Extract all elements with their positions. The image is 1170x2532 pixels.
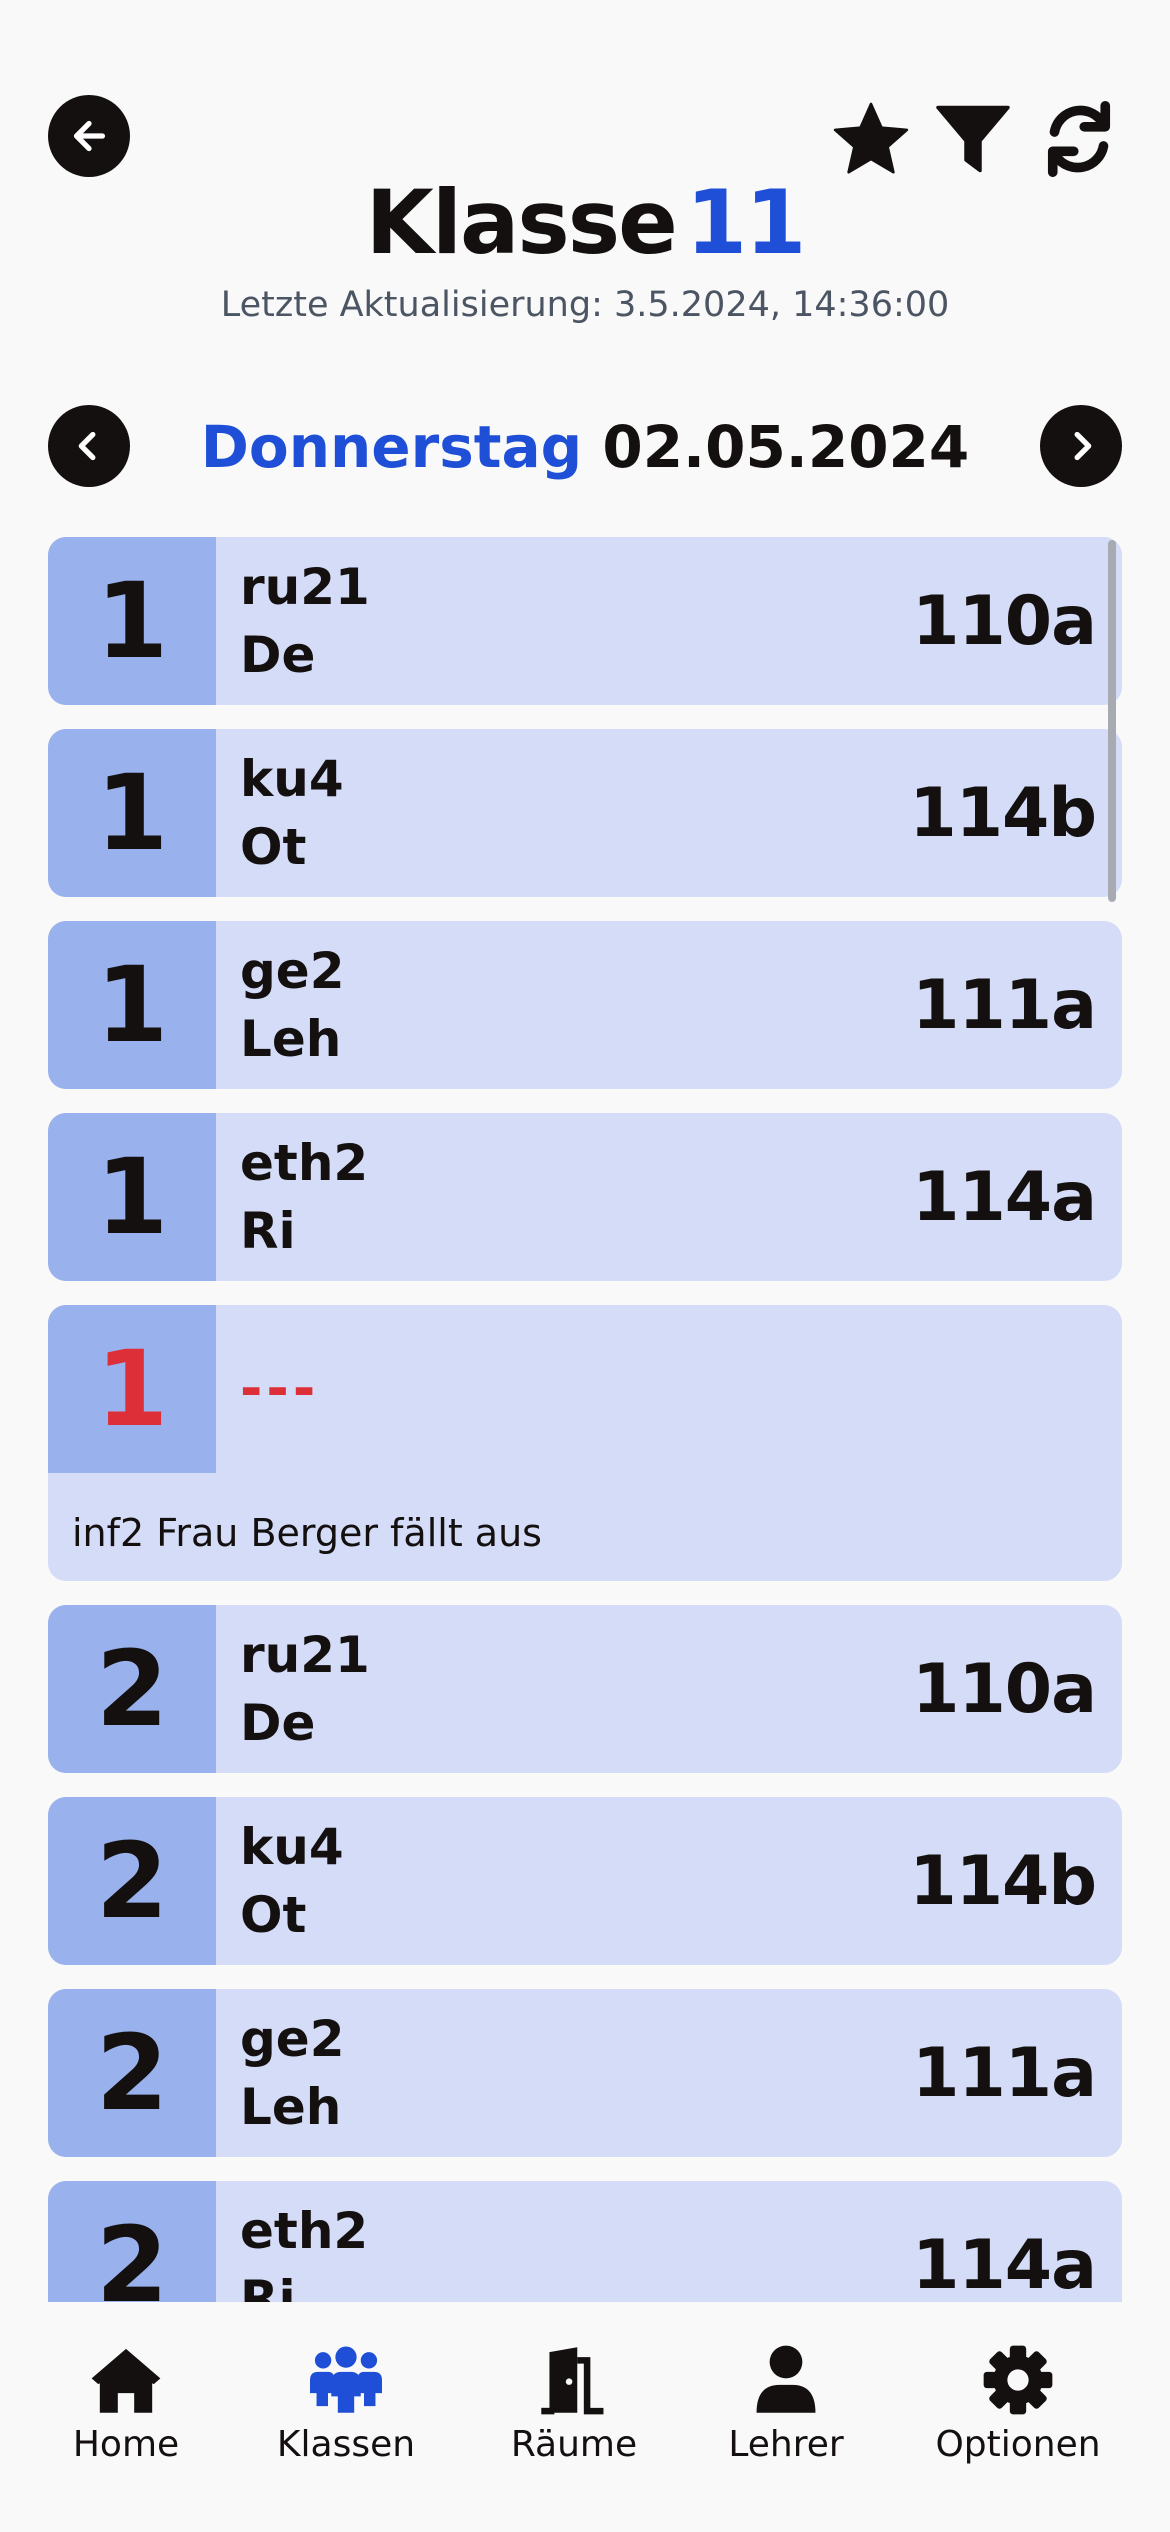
date-heading: Donnerstag 02.05.2024 bbox=[0, 405, 1170, 489]
door-icon bbox=[541, 2347, 604, 2415]
room-label: 114b bbox=[909, 773, 1097, 853]
teacher-label: Leh bbox=[240, 1010, 342, 1068]
period-number: 2 bbox=[48, 1605, 216, 1773]
teacher-label: Leh bbox=[240, 2078, 342, 2136]
room-label: 111a bbox=[912, 965, 1097, 1045]
nav-lehrer-label: Lehrer bbox=[728, 2424, 844, 2465]
nav-klassen-label: Klassen bbox=[276, 2424, 416, 2465]
teacher-label: Ot bbox=[240, 818, 307, 876]
subject-label: ru21 bbox=[240, 558, 370, 616]
teacher-label: De bbox=[240, 1694, 316, 1752]
room-label: 111a bbox=[912, 2033, 1097, 2113]
period-number: 2 bbox=[48, 1797, 216, 1965]
lesson-card[interactable]: 2 ru21 De 110a bbox=[48, 1605, 1122, 1773]
teacher-label: Ri bbox=[240, 1202, 296, 1260]
subject-label: ge2 bbox=[240, 2010, 345, 2068]
lesson-list[interactable]: 1 ru21 De 110a 1 ku4 Ot 114b 1 ge2 Leh 1… bbox=[48, 537, 1122, 2302]
subject-label: ku4 bbox=[240, 1818, 344, 1876]
period-number: 1 bbox=[48, 1113, 216, 1281]
nav-lehrer[interactable]: Lehrer bbox=[676, 2344, 896, 2474]
nav-home-label: Home bbox=[72, 2424, 180, 2465]
lesson-card[interactable]: 2 eth2 Ri 114a bbox=[48, 2181, 1122, 2302]
period-number: 2 bbox=[48, 1989, 216, 2157]
nav-raeume-label: Räume bbox=[510, 2424, 638, 2465]
subject-label: eth2 bbox=[240, 2202, 369, 2260]
person-icon bbox=[756, 2345, 816, 2413]
nav-home[interactable]: Home bbox=[16, 2344, 236, 2474]
lesson-card[interactable]: 1 ku4 Ot 114b bbox=[48, 729, 1122, 897]
next-day-button[interactable] bbox=[1040, 405, 1122, 487]
nav-optionen[interactable]: Optionen bbox=[908, 2344, 1128, 2474]
period-number: 1 bbox=[48, 537, 216, 705]
list-scrollbar[interactable] bbox=[1108, 540, 1116, 902]
filter-icon bbox=[936, 105, 1010, 173]
bottom-navigation: Home Klassen Räume Lehrer Optionen bbox=[0, 2302, 1170, 2532]
class-number: 11 bbox=[685, 171, 806, 274]
room-label: 114b bbox=[909, 1841, 1097, 1921]
page-title: Klasse 11 bbox=[0, 170, 1170, 276]
nav-optionen-label: Optionen bbox=[935, 2424, 1101, 2465]
cancellation-note: inf2 Frau Berger fällt aus bbox=[72, 1511, 542, 1555]
period-number: 1 bbox=[48, 729, 216, 897]
cancelled-placeholder: --- bbox=[240, 1357, 320, 1420]
date-label: 02.05.2024 bbox=[602, 413, 970, 481]
subject-label: eth2 bbox=[240, 1134, 369, 1192]
period-number: 1 bbox=[48, 921, 216, 1089]
subject-label: ku4 bbox=[240, 750, 344, 808]
teacher-label: Ri bbox=[240, 2270, 296, 2302]
room-label: 114a bbox=[912, 2225, 1097, 2303]
last-update-text: Letzte Aktualisierung: 3.5.2024, 14:36:0… bbox=[220, 285, 950, 325]
arrow-left-icon bbox=[73, 120, 106, 152]
star-icon bbox=[833, 102, 909, 174]
chevron-right-icon bbox=[1074, 431, 1092, 461]
gear-icon bbox=[983, 2345, 1053, 2415]
period-number: 2 bbox=[48, 2181, 216, 2302]
lesson-card[interactable]: 1 ge2 Leh 111a bbox=[48, 921, 1122, 1089]
room-label: 110a bbox=[912, 1649, 1097, 1729]
people-group-icon bbox=[310, 2346, 382, 2413]
room-label: 114a bbox=[912, 1157, 1097, 1237]
lesson-card[interactable]: 2 ku4 Ot 114b bbox=[48, 1797, 1122, 1965]
cancelled-lesson-card[interactable]: 1 --- inf2 Frau Berger fällt aus bbox=[48, 1305, 1122, 1581]
weekday-label: Donnerstag bbox=[200, 413, 583, 481]
lesson-card[interactable]: 1 ru21 De 110a bbox=[48, 537, 1122, 705]
subject-label: ru21 bbox=[240, 1626, 370, 1684]
room-label: 110a bbox=[912, 581, 1097, 661]
teacher-label: Ot bbox=[240, 1886, 307, 1944]
nav-raeume[interactable]: Räume bbox=[464, 2344, 684, 2474]
back-button[interactable] bbox=[48, 95, 130, 177]
nav-klassen[interactable]: Klassen bbox=[236, 2344, 456, 2474]
period-number: 1 bbox=[48, 1305, 216, 1473]
lesson-card[interactable]: 1 eth2 Ri 114a bbox=[48, 1113, 1122, 1281]
subject-label: ge2 bbox=[240, 942, 345, 1000]
refresh-icon bbox=[1047, 100, 1111, 178]
teacher-label: De bbox=[240, 626, 316, 684]
lesson-card[interactable]: 2 ge2 Leh 111a bbox=[48, 1989, 1122, 2157]
page-title-text: Klasse bbox=[365, 171, 678, 274]
home-icon bbox=[91, 2348, 161, 2413]
